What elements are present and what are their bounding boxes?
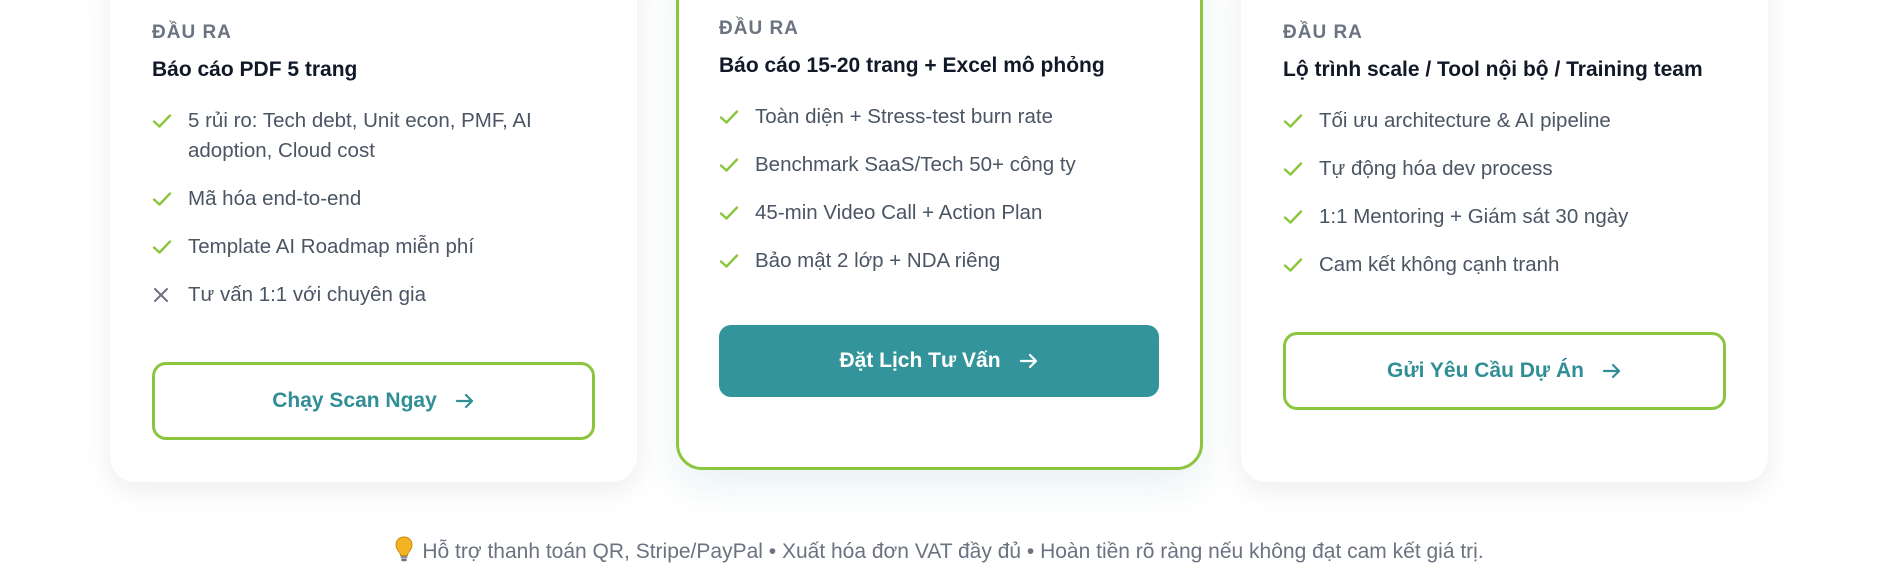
send-project-request-button[interactable]: Gửi Yêu Cầu Dự Án	[1283, 332, 1726, 410]
plan-card-enterprise: ĐẦU RA Lộ trình scale / Tool nội bộ / Tr…	[1241, 0, 1768, 482]
feature-item: 45-min Video Call + Action Plan	[719, 198, 1160, 228]
feature-text: Benchmark SaaS/Tech 50+ công ty	[755, 153, 1076, 176]
feature-list: Toàn diện + Stress-test burn rate Benchm…	[719, 102, 1160, 276]
payment-note: Hỗ trợ thanh toán QR, Stripe/PayPal • Xu…	[0, 535, 1878, 569]
feature-text: Tự động hóa dev process	[1319, 157, 1553, 180]
feature-text: Tư vấn 1:1 với chuyên gia	[188, 283, 426, 306]
feature-item: Tối ưu architecture & AI pipeline	[1283, 106, 1726, 136]
check-icon	[1283, 154, 1319, 184]
check-icon	[1283, 202, 1319, 232]
check-icon	[719, 246, 755, 276]
check-icon	[719, 102, 755, 132]
check-icon	[719, 198, 755, 228]
feature-text: Template AI Roadmap miễn phí	[188, 235, 475, 258]
check-icon	[152, 106, 188, 136]
arrow-right-icon	[1602, 362, 1622, 380]
plan-subtitle: Lộ trình scale / Tool nội bộ / Training …	[1283, 58, 1703, 81]
feature-text: Cam kết không cạnh tranh	[1319, 253, 1560, 276]
feature-item: Mã hóa end-to-end	[152, 184, 595, 214]
feature-item: Template AI Roadmap miễn phí	[152, 232, 595, 262]
feature-text: 5 rủi ro: Tech debt, Unit econ, PMF, AI …	[188, 109, 532, 162]
feature-item: Tư vấn 1:1 với chuyên gia	[152, 280, 595, 310]
check-icon	[1283, 250, 1319, 280]
arrow-right-icon	[1019, 352, 1039, 370]
run-scan-button[interactable]: Chạy Scan Ngay	[152, 362, 595, 440]
check-icon	[1283, 106, 1319, 136]
feature-text: Toàn diện + Stress-test burn rate	[755, 105, 1053, 128]
button-label: Gửi Yêu Cầu Dự Án	[1387, 359, 1584, 382]
feature-text: Bảo mật 2 lớp + NDA riêng	[755, 249, 1001, 272]
feature-item: Cam kết không cạnh tranh	[1283, 250, 1726, 280]
lightbulb-icon	[394, 535, 414, 569]
feature-text: 1:1 Mentoring + Giám sát 30 ngày	[1319, 205, 1629, 228]
feature-list: 5 rủi ro: Tech debt, Unit econ, PMF, AI …	[152, 106, 595, 310]
feature-item: Bảo mật 2 lớp + NDA riêng	[719, 246, 1160, 276]
check-icon	[152, 184, 188, 214]
plan-subtitle: Báo cáo 15-20 trang + Excel mô phỏng	[719, 54, 1105, 77]
output-label: ĐẦU RA	[719, 18, 799, 39]
feature-list: Tối ưu architecture & AI pipeline Tự độn…	[1283, 106, 1726, 280]
plan-subtitle: Báo cáo PDF 5 trang	[152, 58, 358, 81]
feature-item: 5 rủi ro: Tech debt, Unit econ, PMF, AI …	[152, 106, 595, 166]
button-label: Đặt Lịch Tư Vấn	[839, 349, 1001, 372]
feature-text: Mã hóa end-to-end	[188, 187, 362, 210]
pricing-section: ĐẦU RA Báo cáo PDF 5 trang 5 rủi ro: Tec…	[0, 0, 1878, 578]
plan-card-featured: ĐẦU RA Báo cáo 15-20 trang + Excel mô ph…	[676, 0, 1203, 470]
feature-item: Benchmark SaaS/Tech 50+ công ty	[719, 150, 1160, 180]
check-icon	[152, 232, 188, 262]
x-icon	[152, 280, 188, 310]
arrow-right-icon	[455, 392, 475, 410]
feature-text: Tối ưu architecture & AI pipeline	[1319, 109, 1611, 132]
feature-item: 1:1 Mentoring + Giám sát 30 ngày	[1283, 202, 1726, 232]
button-label: Chạy Scan Ngay	[272, 389, 437, 412]
plan-card-basic: ĐẦU RA Báo cáo PDF 5 trang 5 rủi ro: Tec…	[110, 0, 637, 482]
feature-item: Toàn diện + Stress-test burn rate	[719, 102, 1160, 132]
book-consultation-button[interactable]: Đặt Lịch Tư Vấn	[719, 325, 1159, 397]
feature-text: 45-min Video Call + Action Plan	[755, 201, 1043, 224]
output-label: ĐẦU RA	[1283, 22, 1363, 43]
check-icon	[719, 150, 755, 180]
payment-note-text: Hỗ trợ thanh toán QR, Stripe/PayPal • Xu…	[422, 540, 1484, 563]
feature-item: Tự động hóa dev process	[1283, 154, 1726, 184]
output-label: ĐẦU RA	[152, 22, 232, 43]
